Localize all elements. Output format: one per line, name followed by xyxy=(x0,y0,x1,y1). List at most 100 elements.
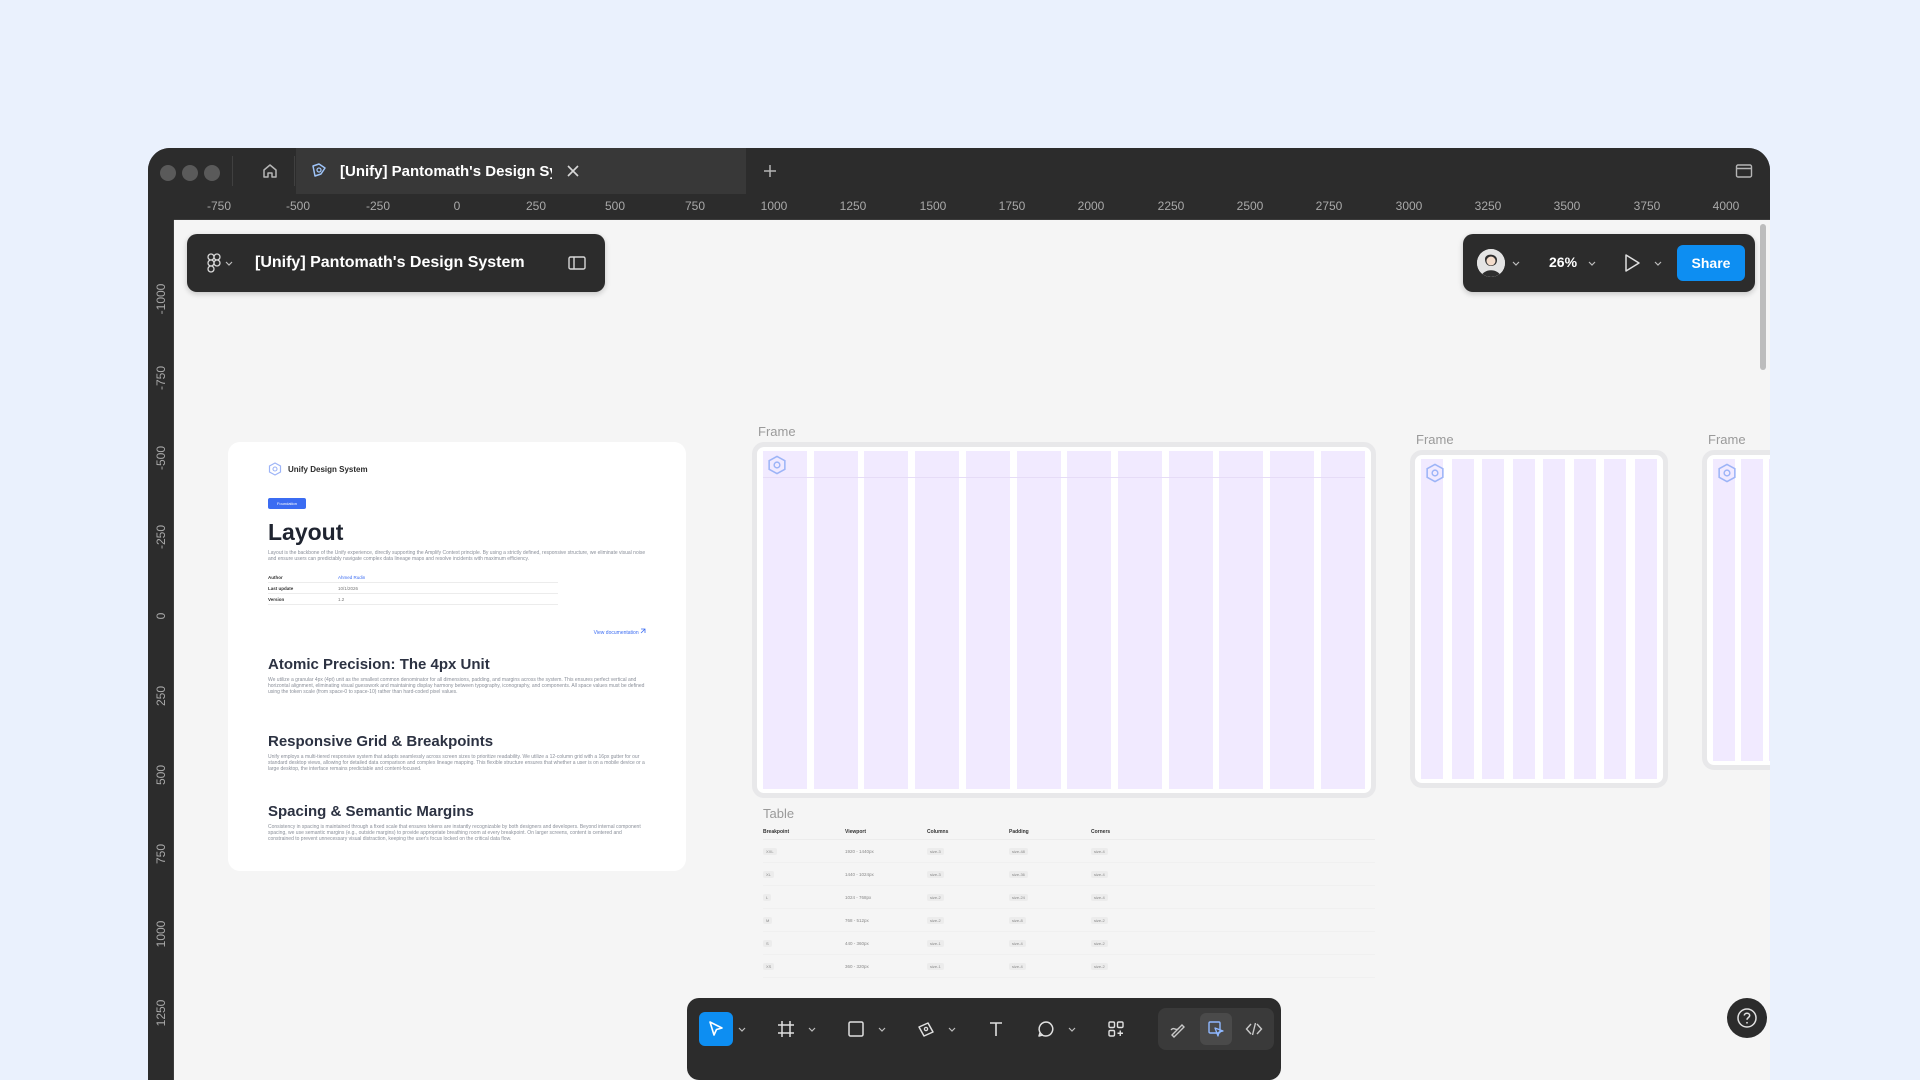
design-canvas[interactable]: [Unify] Pantomath's Design System 26% Sh… xyxy=(174,220,1770,1080)
move-tool-button[interactable] xyxy=(699,1012,733,1046)
present-button[interactable] xyxy=(1621,252,1643,274)
frame-tablet[interactable] xyxy=(1410,450,1668,788)
section-heading: Atomic Precision: The 4px Unit xyxy=(268,656,490,673)
unify-logo-icon xyxy=(268,462,282,476)
move-tool-chevron[interactable] xyxy=(737,1024,747,1034)
table-cell: size-2 xyxy=(927,893,944,901)
frame-tool-chevron[interactable] xyxy=(807,1024,817,1034)
doc-brand-name: Unify Design System xyxy=(288,464,368,474)
home-button[interactable] xyxy=(256,157,284,185)
ruler-label: 3750 xyxy=(1633,199,1661,213)
table-cell: 768 - 512px xyxy=(845,917,869,923)
layout-doc-frame[interactable]: Unify Design System Foundation Layout La… xyxy=(228,442,686,871)
table-row: M 768 - 512px size-2 size-8 size-2 xyxy=(763,909,1375,932)
chevron-down-icon xyxy=(225,261,233,266)
file-name[interactable]: [Unify] Pantomath's Design System xyxy=(255,254,525,272)
present-menu-chevron[interactable] xyxy=(1653,258,1663,268)
share-button[interactable]: Share xyxy=(1677,245,1745,281)
table-row: XS 360 - 320px size-1 size-4 size-2 xyxy=(763,955,1375,978)
bottom-toolbar xyxy=(687,998,1281,1080)
close-icon xyxy=(567,165,579,177)
grid-column xyxy=(965,451,1010,789)
section-heading: Spacing & Semantic Margins xyxy=(268,803,474,820)
unify-logo-icon xyxy=(768,455,786,475)
table-row: S 440 - 360px size-1 size-4 size-2 xyxy=(763,932,1375,955)
table-cell: size-8 xyxy=(1009,916,1026,924)
main-menu-button[interactable] xyxy=(207,253,233,273)
frame-mobile[interactable] xyxy=(1702,450,1770,770)
chevron-down-icon xyxy=(948,1027,956,1032)
table-cell: XS xyxy=(763,962,775,970)
zoom-menu-chevron[interactable] xyxy=(1587,258,1597,268)
grid-column xyxy=(915,451,960,789)
column-header: Columns xyxy=(927,828,949,835)
doc-link-label: View documentation xyxy=(593,630,639,636)
tab-close-button[interactable] xyxy=(562,160,584,182)
meta-value[interactable]: Ahmed Rudin xyxy=(338,575,365,580)
dev-mode-button[interactable] xyxy=(1238,1013,1270,1045)
draw-mode-button[interactable] xyxy=(1162,1013,1194,1045)
column-header: Breakpoint xyxy=(763,828,790,835)
ruler-label: 1000 xyxy=(154,920,168,948)
chevron-down-icon xyxy=(878,1027,886,1032)
new-tab-button[interactable] xyxy=(758,159,782,183)
window-minimize-dot[interactable] xyxy=(182,165,198,181)
doc-title: Layout xyxy=(268,519,344,545)
window-maximize-dot[interactable] xyxy=(204,165,220,181)
help-button[interactable] xyxy=(1727,998,1767,1038)
table-cell: size-2 xyxy=(1091,939,1108,947)
shape-tool-button[interactable] xyxy=(839,1012,873,1046)
breakpoint-table[interactable]: Breakpoint Viewport Columns Padding Corn… xyxy=(763,824,1375,978)
window-layout-icon xyxy=(1735,164,1753,178)
frame-desktop[interactable] xyxy=(752,442,1376,798)
section-body: Consistency in spacing is maintained thr… xyxy=(268,824,641,842)
avatar-menu-chevron[interactable] xyxy=(1511,258,1521,268)
toggle-ui-button[interactable] xyxy=(567,253,587,273)
tab-design-system[interactable]: [Unify] Pantomath's Design System xyxy=(296,148,746,194)
zoom-level[interactable]: 26% xyxy=(1549,254,1577,270)
table-cell: size-4 xyxy=(1091,893,1108,901)
ruler-label: -250 xyxy=(154,524,168,550)
comment-tool-button[interactable] xyxy=(1029,1012,1063,1046)
ruler-label: 250 xyxy=(154,685,168,707)
doc-intro: Layout is the backbone of the Unify expe… xyxy=(268,550,646,562)
frame-label[interactable]: Frame xyxy=(1416,432,1454,447)
chevron-down-icon xyxy=(1068,1027,1076,1032)
table-cell: size-3 xyxy=(927,847,944,855)
comment-tool-chevron[interactable] xyxy=(1067,1024,1077,1034)
design-mode-button[interactable] xyxy=(1200,1013,1232,1045)
ruler-label: 750 xyxy=(684,199,706,213)
ruler-label: 3250 xyxy=(1474,199,1502,213)
pen-tool-button[interactable] xyxy=(909,1012,943,1046)
pen-tool-chevron[interactable] xyxy=(947,1024,957,1034)
frame-label[interactable]: Frame xyxy=(1708,432,1746,447)
meta-key: Last update xyxy=(268,585,294,591)
avatar[interactable] xyxy=(1477,249,1505,277)
frame-tool-button[interactable] xyxy=(769,1012,803,1046)
window-layout-button[interactable] xyxy=(1732,159,1756,183)
frame-hash-icon xyxy=(778,1021,794,1037)
ruler-label: -500 xyxy=(285,199,311,213)
canvas-scrollbar[interactable] xyxy=(1760,224,1766,370)
grid-column xyxy=(1543,459,1566,779)
grid-column xyxy=(1118,451,1163,789)
components-plus-icon xyxy=(1108,1021,1124,1037)
table-row: XXL 1920 - 1440px size-3 size-48 size-4 xyxy=(763,840,1375,863)
table-cell: size-24 xyxy=(1009,893,1028,901)
actions-tool-button[interactable] xyxy=(1099,1012,1133,1046)
design-mode-icon xyxy=(1208,1021,1224,1037)
table-cell: size-4 xyxy=(1091,847,1108,855)
meta-key: Version xyxy=(268,596,285,602)
view-documentation-link[interactable]: View documentation xyxy=(594,628,646,636)
titlebar-divider xyxy=(232,156,233,186)
table-cell: 1024 - 768px xyxy=(845,894,872,900)
grid-column xyxy=(763,451,807,789)
frame-label[interactable]: Frame xyxy=(758,424,796,439)
shape-tool-chevron[interactable] xyxy=(877,1024,887,1034)
table-cell: S xyxy=(763,939,772,947)
window-close-dot[interactable] xyxy=(160,165,176,181)
text-tool-button[interactable] xyxy=(979,1012,1013,1046)
comment-icon xyxy=(1038,1021,1054,1037)
code-icon xyxy=(1245,1022,1263,1036)
table-label[interactable]: Table xyxy=(763,806,794,821)
